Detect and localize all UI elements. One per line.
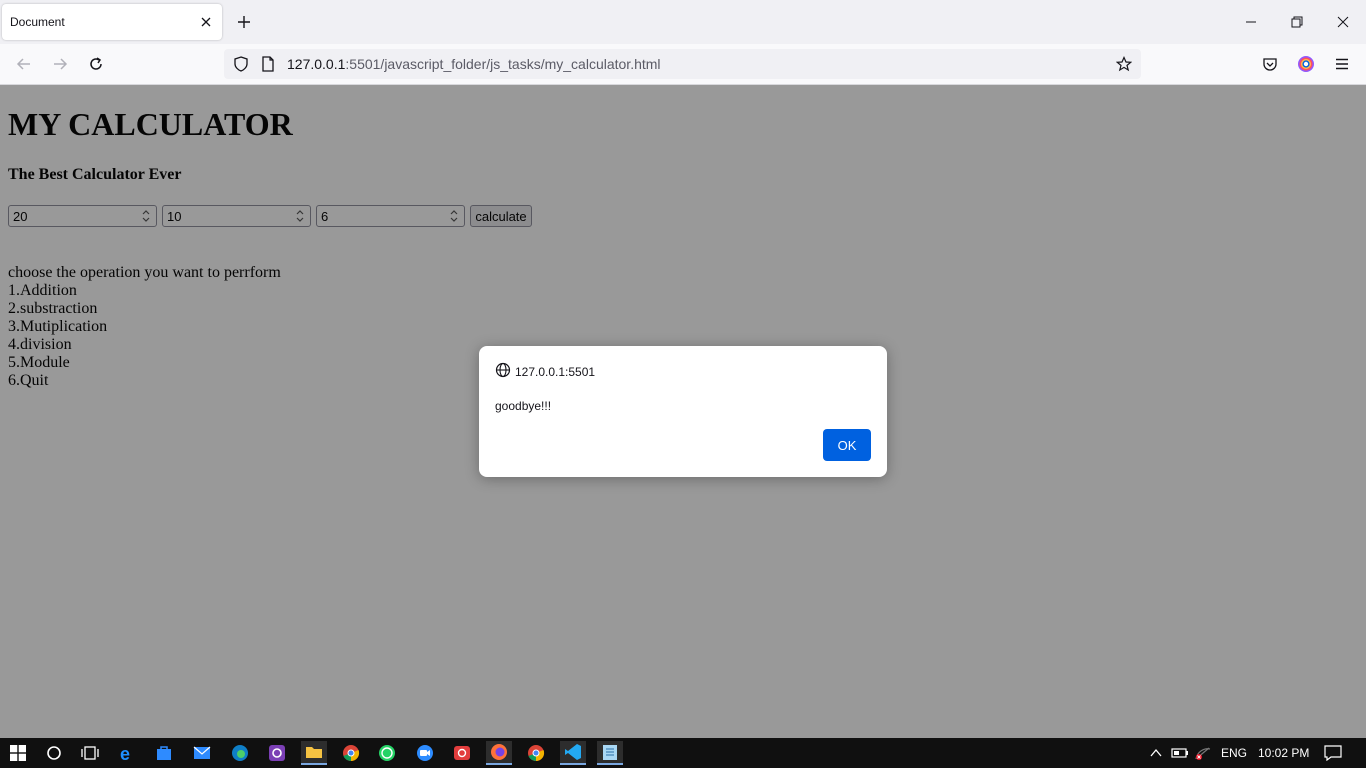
firefox-icon[interactable] xyxy=(486,741,512,765)
whatsapp-icon[interactable] xyxy=(374,741,400,765)
chevron-up-icon[interactable] xyxy=(1143,741,1169,765)
chrome-icon[interactable] xyxy=(338,741,364,765)
chrome-icon[interactable] xyxy=(523,741,549,765)
app-purple-icon[interactable] xyxy=(264,741,290,765)
file-explorer-icon[interactable] xyxy=(301,741,327,765)
task-view-icon[interactable] xyxy=(77,741,103,765)
notepad-icon[interactable] xyxy=(597,741,623,765)
pocket-icon[interactable] xyxy=(1260,54,1280,74)
tab-strip: Document xyxy=(0,0,1366,44)
vscode-icon[interactable] xyxy=(560,741,586,765)
tab-title: Document xyxy=(10,15,65,29)
language-indicator[interactable]: ENG xyxy=(1221,746,1247,760)
zoom-icon[interactable] xyxy=(412,741,438,765)
url-host: 127.0.0.1 xyxy=(287,56,346,72)
windows-start-icon[interactable] xyxy=(5,741,31,765)
mail-icon[interactable] xyxy=(189,741,215,765)
back-icon[interactable] xyxy=(14,54,34,74)
menu-icon[interactable] xyxy=(1332,54,1352,74)
edge-legacy-icon[interactable]: e xyxy=(115,741,141,765)
taskbar: e ENG 10:02 PM xyxy=(0,738,1366,768)
reload-icon[interactable] xyxy=(86,54,106,74)
notification-icon[interactable] xyxy=(1320,741,1346,765)
new-tab-icon[interactable] xyxy=(234,12,254,32)
globe-icon xyxy=(495,362,511,381)
tab-document[interactable]: Document xyxy=(2,4,222,40)
dialog-origin: 127.0.0.1:5501 xyxy=(495,362,595,381)
address-bar[interactable]: 127.0.0.1:5501/javascript_folder/js_task… xyxy=(224,49,1141,79)
account-icon[interactable] xyxy=(1296,54,1316,74)
navigation-toolbar: 127.0.0.1:5501/javascript_folder/js_task… xyxy=(0,44,1366,85)
bookmark-star-icon[interactable] xyxy=(1116,56,1132,72)
minimize-icon[interactable] xyxy=(1239,10,1263,34)
store-icon[interactable] xyxy=(151,741,177,765)
shield-icon[interactable] xyxy=(233,56,249,72)
url-path: :5501/javascript_folder/js_tasks/my_calc… xyxy=(345,56,661,72)
dialog-message: goodbye!!! xyxy=(495,399,552,413)
close-tab-icon[interactable] xyxy=(198,14,214,30)
page-info-icon[interactable] xyxy=(260,56,276,72)
close-window-icon[interactable] xyxy=(1331,10,1355,34)
edge-icon[interactable] xyxy=(227,741,253,765)
svg-text:e: e xyxy=(120,744,130,762)
clock[interactable]: 10:02 PM xyxy=(1258,746,1309,760)
forward-icon[interactable] xyxy=(50,54,70,74)
url-text: 127.0.0.1:5501/javascript_folder/js_task… xyxy=(287,56,661,72)
search-icon[interactable] xyxy=(41,741,67,765)
restore-icon[interactable] xyxy=(1285,10,1309,34)
dialog-origin-text: 127.0.0.1:5501 xyxy=(515,364,596,379)
wifi-disconnected-icon[interactable] xyxy=(1190,741,1216,765)
app-red-icon[interactable] xyxy=(449,741,475,765)
ok-button[interactable]: OK xyxy=(823,429,871,461)
alert-dialog: 127.0.0.1:5501 goodbye!!! OK xyxy=(479,346,887,477)
